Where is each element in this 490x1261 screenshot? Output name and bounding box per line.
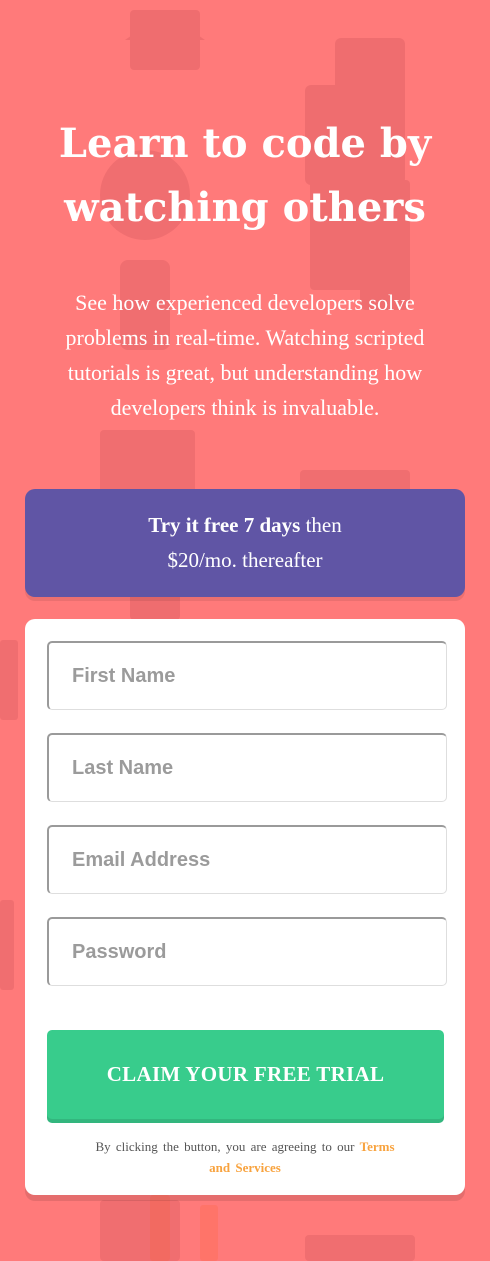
terms-notice: By clicking the button, you are agreeing… xyxy=(65,1136,425,1178)
terms-link-line-2: and Services xyxy=(209,1160,281,1175)
terms-notice-text: By clicking the button, you are agreeing… xyxy=(95,1139,360,1154)
signup-form: CLAIM YOUR FREE TRIAL By clicking the bu… xyxy=(25,619,465,1195)
email-input[interactable] xyxy=(47,825,447,894)
trial-promo-banner: Try it free 7 days then $20/mo. thereaft… xyxy=(25,489,465,597)
intro-paragraph: See how experienced developers solve pro… xyxy=(38,285,452,425)
title-line-2: watching others xyxy=(64,184,426,231)
claim-free-trial-button[interactable]: CLAIM YOUR FREE TRIAL xyxy=(47,1030,444,1119)
password-input[interactable] xyxy=(47,917,447,986)
page-title: Learn to code by watching others xyxy=(40,112,450,240)
signup-page: Learn to code by watching others See how… xyxy=(0,0,490,1261)
intro-line-2: problems in real-time. Watching scripted xyxy=(65,325,425,350)
last-name-input[interactable] xyxy=(47,733,447,802)
promo-text-1: then xyxy=(300,513,342,537)
intro-line-1: See how experienced developers solve xyxy=(75,290,415,315)
title-line-1: Learn to code by xyxy=(58,120,432,167)
promo-bold-text: Try it free 7 days xyxy=(148,513,301,537)
first-name-input[interactable] xyxy=(47,641,447,710)
intro-line-3: tutorials is great, but understanding ho… xyxy=(67,360,423,385)
terms-link-line-1: Terms xyxy=(359,1139,395,1154)
promo-text-2: $20/mo. thereafter xyxy=(167,548,323,572)
intro-line-4: developers think is invaluable. xyxy=(110,395,380,420)
